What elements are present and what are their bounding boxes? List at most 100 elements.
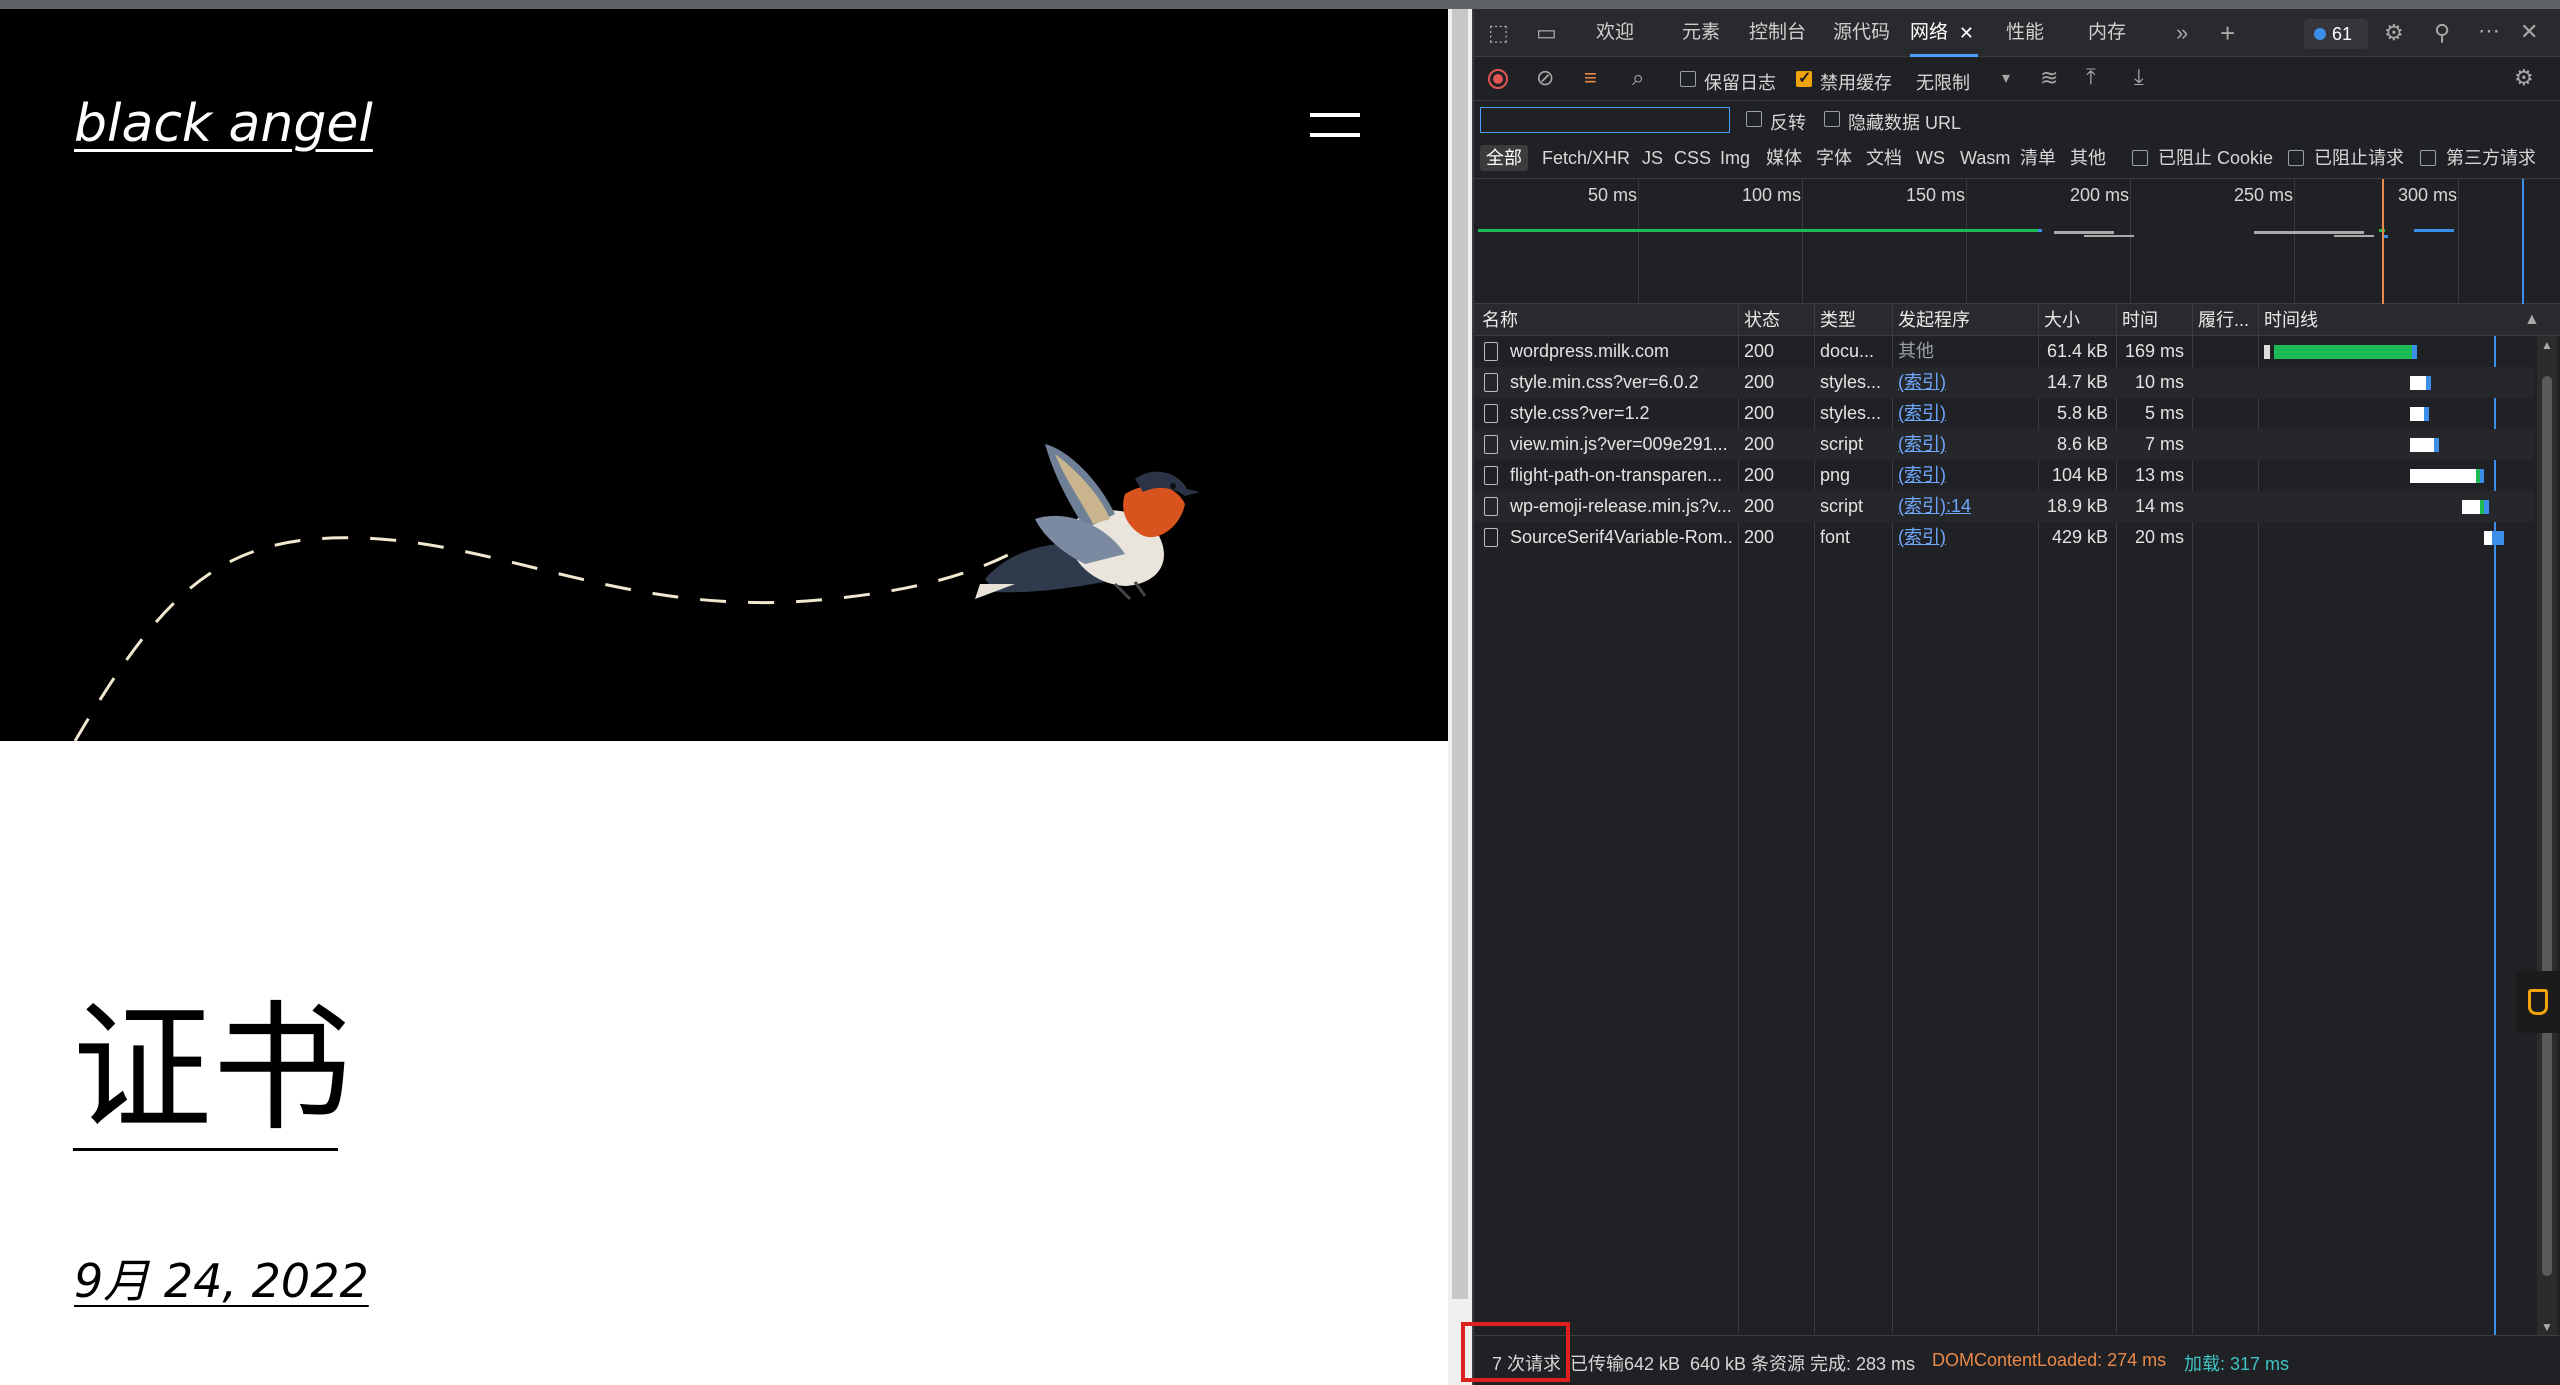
- request-type: script: [1820, 434, 1864, 454]
- feedback-icon[interactable]: ⚲: [2434, 22, 2450, 44]
- request-initiator[interactable]: (索引): [1898, 367, 1946, 398]
- more-options-icon[interactable]: ⋯: [2478, 20, 2500, 42]
- column-size[interactable]: 大小: [2044, 304, 2080, 336]
- site-title-link[interactable]: black angel: [74, 94, 373, 154]
- table-row[interactable]: view.min.js?ver=009e291... 200 script (索…: [1474, 429, 2534, 460]
- table-row[interactable]: wp-emoji-release.min.js?v... 200 script …: [1474, 491, 2534, 522]
- throttling-select[interactable]: 无限制: [1916, 69, 1970, 95]
- network-conditions-icon[interactable]: ≋: [2040, 67, 2058, 89]
- filter-icon[interactable]: ≡: [1584, 67, 1597, 89]
- type-filter-font[interactable]: 字体: [1816, 145, 1852, 171]
- table-row[interactable]: style.css?ver=1.2 200 styles... (索引) 5.8…: [1474, 398, 2534, 429]
- blocked-requests-label: 已阻止请求: [2314, 148, 2404, 168]
- side-panel-button[interactable]: [2516, 971, 2560, 1033]
- disable-cache-checkbox[interactable]: [1796, 68, 1812, 88]
- table-row[interactable]: SourceSerif4Variable-Rom... 200 font (索引…: [1474, 522, 2534, 553]
- scroll-down-icon[interactable]: ▼: [2541, 1320, 2553, 1334]
- column-time[interactable]: 时间: [2122, 304, 2158, 336]
- waterfall-bar: [2410, 376, 2426, 390]
- type-filter-fetch[interactable]: Fetch/XHR: [1542, 145, 1630, 171]
- table-scrollbar-thumb[interactable]: [2542, 376, 2552, 1276]
- network-overview[interactable]: 50 ms 100 ms 150 ms 200 ms 250 ms 300 ms: [1474, 179, 2560, 304]
- network-settings-icon[interactable]: ⚙: [2514, 67, 2534, 89]
- request-initiator[interactable]: (索引): [1898, 522, 1946, 553]
- post-date-link[interactable]: 9月 24, 2022: [74, 1245, 369, 1311]
- page-scrollbar[interactable]: [1448, 9, 1472, 1385]
- column-fulfilled[interactable]: 履行...: [2198, 304, 2249, 336]
- tab-welcome[interactable]: 欢迎: [1596, 9, 1634, 57]
- column-name[interactable]: 名称: [1482, 304, 1518, 336]
- request-initiator[interactable]: (索引): [1898, 460, 1946, 491]
- tab-performance[interactable]: 性能: [2006, 9, 2044, 57]
- import-har-icon[interactable]: ⤒: [2086, 66, 2096, 88]
- type-filter-js[interactable]: JS: [1642, 145, 1663, 171]
- column-type[interactable]: 类型: [1820, 304, 1856, 336]
- waterfall-bar: [2410, 438, 2434, 452]
- post-title-link[interactable]: 证书: [72, 1000, 352, 1140]
- request-initiator[interactable]: (索引): [1898, 398, 1946, 429]
- scroll-up-icon[interactable]: ▲: [2541, 338, 2553, 352]
- type-filter-row: 全部 Fetch/XHR JS CSS Img 媒体 字体 文档 WS Wasm…: [1474, 137, 2560, 179]
- request-initiator[interactable]: (索引):14: [1898, 491, 1971, 522]
- chevron-down-icon[interactable]: ▾: [2002, 71, 2010, 87]
- type-filter-img[interactable]: Img: [1720, 145, 1750, 171]
- tab-network-label: 网络: [1910, 22, 1949, 43]
- page-scrollbar-thumb[interactable]: [1452, 9, 1468, 1299]
- tab-memory[interactable]: 内存: [2088, 9, 2126, 57]
- type-filter-wasm[interactable]: Wasm: [1960, 145, 2010, 171]
- overview-tick: 50 ms: [1588, 185, 1638, 205]
- more-tabs-icon[interactable]: »: [2176, 22, 2188, 44]
- request-size: 8.6 kB: [2056, 434, 2108, 454]
- request-initiator[interactable]: (索引): [1898, 429, 1946, 460]
- column-waterfall[interactable]: 时间线: [2264, 304, 2318, 336]
- table-row[interactable]: flight-path-on-transparen... 200 png (索引…: [1474, 460, 2534, 491]
- tab-sources[interactable]: 源代码: [1833, 9, 1890, 57]
- export-har-icon[interactable]: ⤓: [2134, 66, 2144, 88]
- clear-icon[interactable]: ⊘: [1536, 67, 1554, 89]
- hide-data-urls-checkbox[interactable]: [1824, 111, 1840, 127]
- type-filter-doc[interactable]: 文档: [1866, 145, 1902, 171]
- tab-network[interactable]: 网络 ✕: [1910, 9, 1979, 57]
- network-statusbar: 7 次请求 已传输642 kB 640 kB 条资源 完成: 283 ms DO…: [1474, 1335, 2560, 1385]
- add-tab-icon[interactable]: +: [2220, 20, 2235, 46]
- type-filter-css[interactable]: CSS: [1674, 145, 1711, 171]
- request-table-header: 名称 状态 类型 发起程序 大小 时间 履行... 时间线 ▲: [1474, 304, 2560, 336]
- issues-count: 61: [2332, 24, 2353, 44]
- invert-checkbox[interactable]: [1746, 111, 1762, 127]
- type-filter-other[interactable]: 其他: [2070, 145, 2106, 171]
- filter-input[interactable]: [1480, 107, 1730, 133]
- request-name: view.min.js?ver=009e291...: [1510, 434, 1728, 454]
- devtools-tabbar: ⬚ ▭ 欢迎 元素 控制台 源代码 网络 ✕ 性能 内存 » + 61 ⚙ ⚲ …: [1474, 9, 2560, 57]
- issues-badge[interactable]: 61: [2304, 19, 2368, 49]
- blocked-requests-checkbox[interactable]: [2288, 150, 2304, 166]
- close-devtools-icon[interactable]: ✕: [2520, 21, 2538, 43]
- table-scrollbar[interactable]: ▲ ▼: [2537, 336, 2557, 1336]
- waterfall-bar: [2484, 531, 2492, 545]
- highlight-annotation: [1461, 1322, 1570, 1382]
- record-icon[interactable]: [1488, 69, 1508, 89]
- device-toolbar-icon[interactable]: ▭: [1536, 22, 1557, 44]
- overview-tick: 250 ms: [2234, 185, 2294, 205]
- blocked-cookies-checkbox[interactable]: [2132, 150, 2148, 166]
- type-filter-media[interactable]: 媒体: [1766, 145, 1802, 171]
- column-initiator[interactable]: 发起程序: [1898, 304, 1970, 336]
- sort-up-icon[interactable]: ▲: [2524, 312, 2540, 328]
- preserve-log-checkbox[interactable]: [1680, 71, 1696, 87]
- menu-hamburger-button[interactable]: [1310, 107, 1362, 147]
- table-row[interactable]: style.min.css?ver=6.0.2 200 styles... (索…: [1474, 367, 2534, 398]
- third-party-checkbox[interactable]: [2420, 150, 2436, 166]
- cup-icon: [2528, 989, 2548, 1015]
- tab-elements[interactable]: 元素: [1682, 9, 1720, 57]
- request-status: 200: [1744, 403, 1775, 423]
- inspect-element-icon[interactable]: ⬚: [1488, 22, 1509, 44]
- close-tab-icon[interactable]: ✕: [1959, 9, 1974, 57]
- column-status[interactable]: 状态: [1744, 304, 1780, 336]
- type-filter-manifest[interactable]: 清单: [2020, 145, 2056, 171]
- type-filter-ws[interactable]: WS: [1916, 145, 1945, 171]
- table-row[interactable]: wordpress.milk.com 200 docu... 其他 61.4 k…: [1474, 336, 2534, 367]
- tab-console[interactable]: 控制台: [1749, 9, 1806, 57]
- settings-gear-icon[interactable]: ⚙: [2384, 22, 2404, 44]
- request-status: 200: [1744, 465, 1775, 485]
- search-icon[interactable]: ⌕: [1632, 67, 1644, 89]
- type-filter-all[interactable]: 全部: [1480, 145, 1528, 171]
